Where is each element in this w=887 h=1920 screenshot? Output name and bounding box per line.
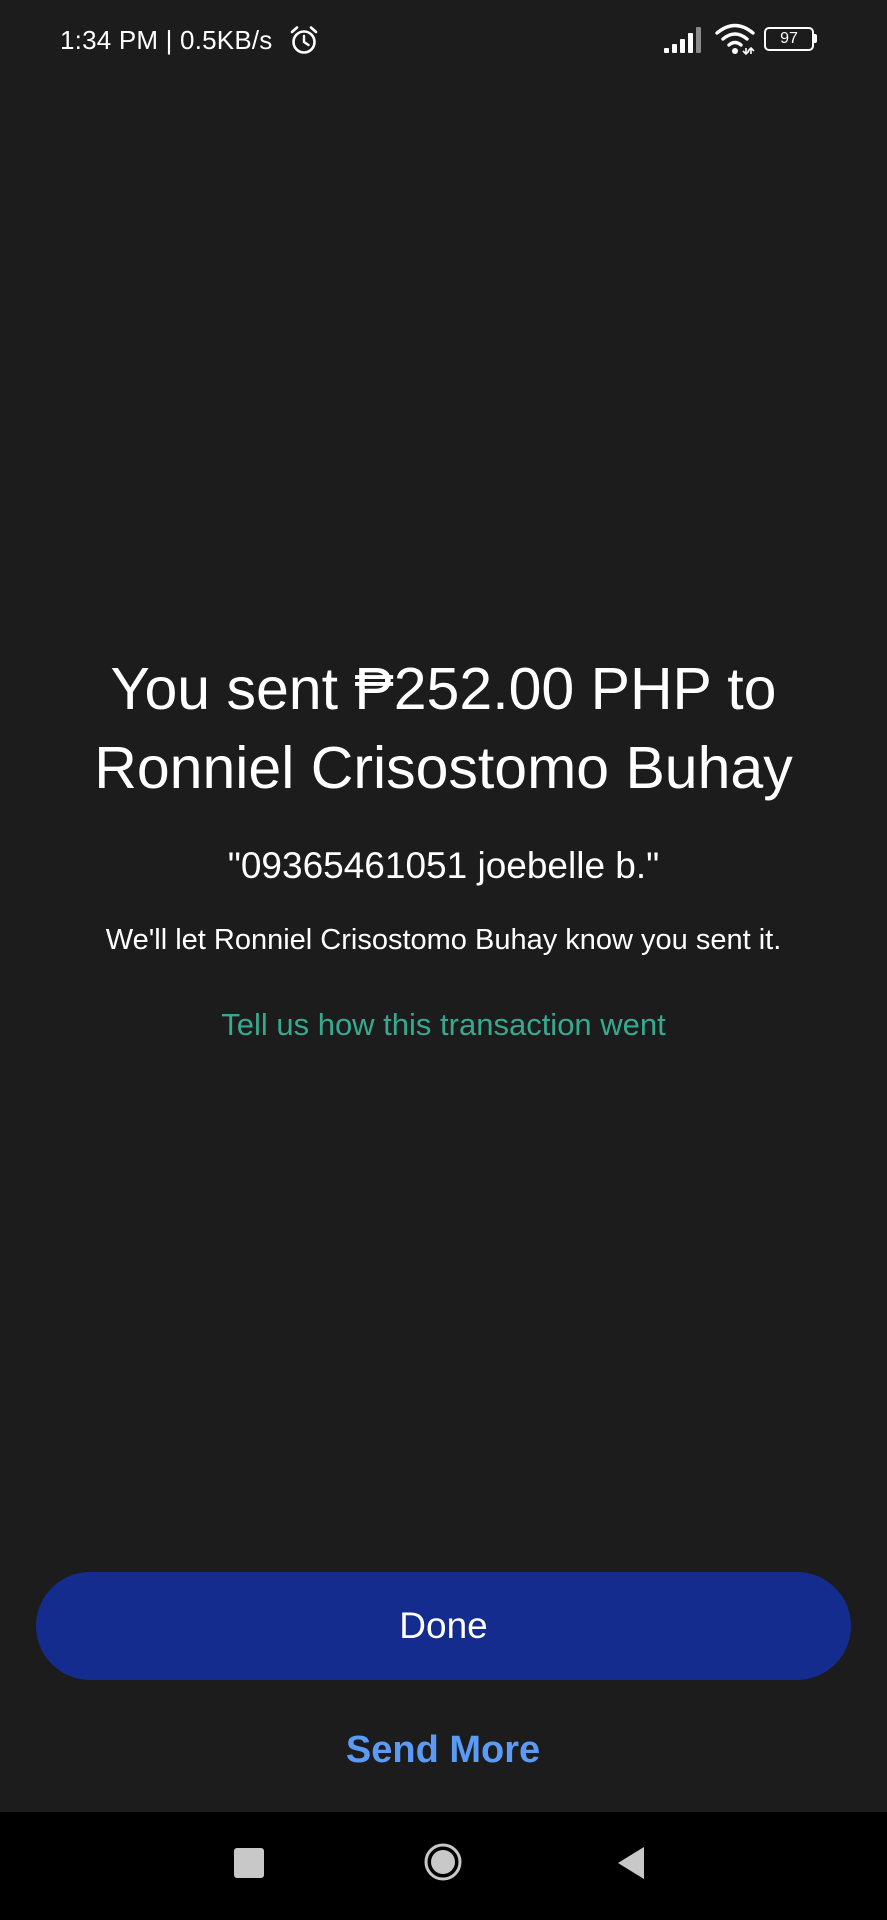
battery-tip — [814, 34, 817, 43]
cell-signal-icon — [664, 27, 701, 53]
status-bar: 1:34 PM | 0.5KB/s 97 — [0, 0, 887, 80]
wifi-icon — [715, 23, 755, 56]
battery-level: 97 — [764, 27, 814, 51]
payment-note: "09365461051 joebelle b." — [227, 845, 660, 886]
status-time-speed: 1:34 PM | 0.5KB/s — [60, 25, 273, 55]
circle-home-icon[interactable] — [423, 1842, 463, 1882]
alarm-clock-icon — [290, 26, 318, 54]
battery-indicator: 97 — [764, 27, 817, 51]
transaction-feedback-link[interactable]: Tell us how this transaction went — [221, 1004, 666, 1046]
square-recents-icon[interactable] — [234, 1848, 264, 1878]
navigation-bar — [0, 1812, 887, 1920]
recipient-notification-text: We'll let Ronniel Crisostomo Buhay know … — [105, 924, 782, 956]
payment-confirmation-screen: 1:34 PM | 0.5KB/s 97 You sent ₱252.00 PH… — [0, 0, 887, 1920]
confirmation-content: You sent ₱252.00 PHP to Ronniel Crisosto… — [40, 650, 847, 1046]
done-button[interactable]: Done — [36, 1572, 851, 1680]
confirmation-headline: You sent ₱252.00 PHP to Ronniel Crisosto… — [94, 656, 793, 801]
send-more-button[interactable]: Send More — [243, 1722, 643, 1778]
triangle-back-icon[interactable] — [616, 1845, 646, 1881]
